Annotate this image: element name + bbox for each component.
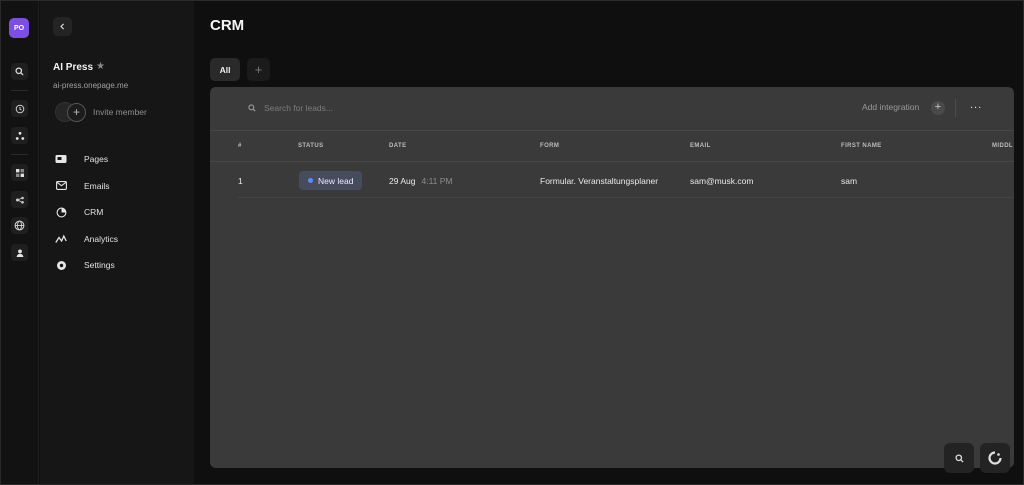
rail-divider xyxy=(11,90,28,91)
tab-all[interactable]: All xyxy=(210,58,240,81)
page-title: CRM xyxy=(210,17,245,34)
toolbar-divider xyxy=(955,99,956,117)
sidebar-item-emails[interactable]: Emails xyxy=(55,173,118,200)
crm-icon xyxy=(55,206,67,218)
star-icon[interactable]: ★ xyxy=(96,61,105,72)
column-header[interactable]: FIRST NAME xyxy=(841,143,882,149)
rail-divider xyxy=(11,154,28,155)
sidebar-item-label: Pages xyxy=(84,154,109,165)
status-dot xyxy=(308,178,313,183)
column-header[interactable]: EMAIL xyxy=(690,143,711,149)
sidebar-item-label: Analytics xyxy=(84,233,119,244)
nodes-icon[interactable] xyxy=(11,127,28,144)
row-form: Formular. Veranstaltungsplaner xyxy=(540,176,659,186)
collapse-button[interactable] xyxy=(53,17,72,36)
globe-icon[interactable] xyxy=(11,217,28,234)
column-header[interactable]: DATE xyxy=(389,143,407,149)
column-header[interactable]: FORM xyxy=(540,143,559,149)
row-date: 29 Aug 4:11 PM xyxy=(389,176,453,186)
search-bar xyxy=(248,103,424,113)
row-divider xyxy=(238,197,1014,198)
icon-rail: PO xyxy=(1,1,39,484)
sidebar-nav: Pages Emails CRM Analytics Settings xyxy=(55,146,118,279)
mail-icon xyxy=(55,180,67,192)
column-header[interactable]: MIDDL xyxy=(992,143,1013,149)
user-icon[interactable] xyxy=(11,244,28,261)
row-email: sam@musk.com xyxy=(690,176,754,186)
add-tab-button[interactable]: + xyxy=(247,58,270,81)
sidebar-item-crm[interactable]: CRM xyxy=(55,199,118,226)
loader-icon xyxy=(988,451,1002,465)
row-first-name: sam xyxy=(841,176,858,186)
time-value: 4:11 PM xyxy=(421,176,453,186)
date-value: 29 Aug xyxy=(389,176,416,186)
workspace-name: AI Press xyxy=(53,62,94,73)
chevron-left-icon xyxy=(60,23,65,30)
leads-panel: Add integration + ... # STATUS DATE FORM… xyxy=(210,87,1014,468)
sidebar-item-settings[interactable]: Settings xyxy=(55,252,118,279)
clock-icon[interactable] xyxy=(11,100,28,117)
status-badge[interactable]: New lead xyxy=(299,171,363,190)
settings-icon xyxy=(55,259,67,271)
floating-search-button[interactable] xyxy=(944,443,974,473)
plus-icon: + xyxy=(67,102,86,122)
add-integration-label[interactable]: Add integration xyxy=(862,102,919,112)
integrations-icon[interactable] xyxy=(11,191,28,208)
add-integration-button[interactable]: + xyxy=(931,101,945,115)
sidebar-item-label: Settings xyxy=(84,260,115,271)
pages-icon xyxy=(55,153,67,165)
sidebar-item-pages[interactable]: Pages xyxy=(55,146,118,173)
column-header[interactable]: STATUS xyxy=(298,143,324,149)
sidebar: AI Press ★ ai-press.onepage.me + Invite … xyxy=(40,1,194,484)
search-input[interactable] xyxy=(264,103,424,113)
divider xyxy=(210,161,1014,162)
support-button[interactable] xyxy=(980,443,1010,473)
search-icon xyxy=(954,453,964,463)
row-index: 1 xyxy=(238,176,243,186)
grid-icon[interactable] xyxy=(11,164,28,181)
analytics-icon xyxy=(55,233,67,245)
invite-member-button[interactable]: + Invite member xyxy=(55,102,147,122)
workspace-avatar[interactable]: PO xyxy=(9,18,29,38)
status-label: New lead xyxy=(318,175,354,186)
divider xyxy=(210,130,1014,131)
workspace-url[interactable]: ai-press.onepage.me xyxy=(53,81,128,90)
sidebar-item-label: CRM xyxy=(84,207,104,218)
sidebar-item-label: Emails xyxy=(84,180,110,191)
search-icon[interactable] xyxy=(11,63,28,80)
invite-member-label: Invite member xyxy=(93,107,147,117)
sidebar-item-analytics[interactable]: Analytics xyxy=(55,226,118,253)
search-icon xyxy=(248,104,256,112)
more-options-icon[interactable]: ... xyxy=(970,99,982,111)
column-header[interactable]: # xyxy=(238,143,242,149)
